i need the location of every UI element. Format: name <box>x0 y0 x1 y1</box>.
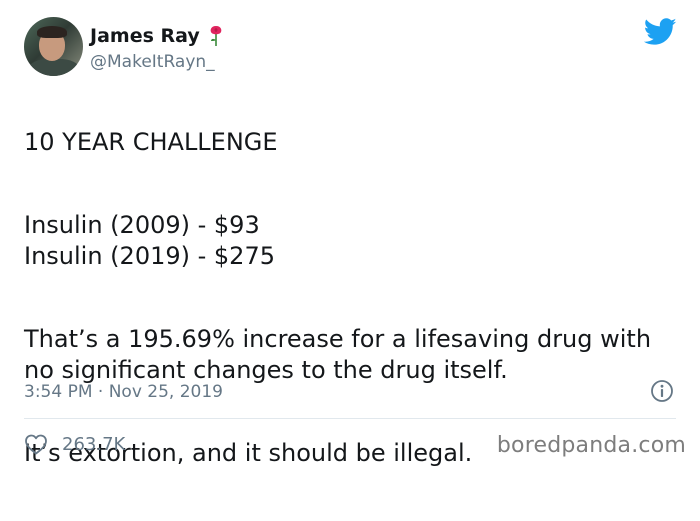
author-handle[interactable]: @MakeItRayn_ <box>90 52 215 72</box>
avatar-hair <box>37 26 67 38</box>
tweet-line-prices: Insulin (2009) - $93 Insulin (2019) - $2… <box>24 211 275 270</box>
like-row[interactable]: 263.7K <box>24 430 125 458</box>
twitter-bird-icon[interactable] <box>644 18 677 46</box>
heart-icon[interactable] <box>24 433 48 455</box>
rose-icon <box>208 25 224 47</box>
avatar[interactable] <box>24 17 83 76</box>
watermark-boredpanda: boredpanda.com <box>496 433 686 458</box>
author-display-name[interactable]: James Ray <box>90 25 200 47</box>
like-count: 263.7K <box>62 433 126 455</box>
tweet-line-title: 10 YEAR CHALLENGE <box>24 128 278 156</box>
tweet-line-increase: That’s a 195.69% increase for a lifesavi… <box>24 325 652 384</box>
tweet-meta-row: 3:54 PM · Nov 25, 2019 <box>24 379 674 405</box>
tweet-card: James Ray @MakeItRayn_ 10 YEAR CHALLENGE… <box>0 0 700 472</box>
tweet-timestamp[interactable]: 3:54 PM · Nov 25, 2019 <box>24 382 223 402</box>
avatar-shirt <box>29 59 79 76</box>
divider <box>24 418 676 419</box>
info-icon[interactable] <box>650 379 674 403</box>
author-display-name-row[interactable]: James Ray <box>90 25 224 47</box>
